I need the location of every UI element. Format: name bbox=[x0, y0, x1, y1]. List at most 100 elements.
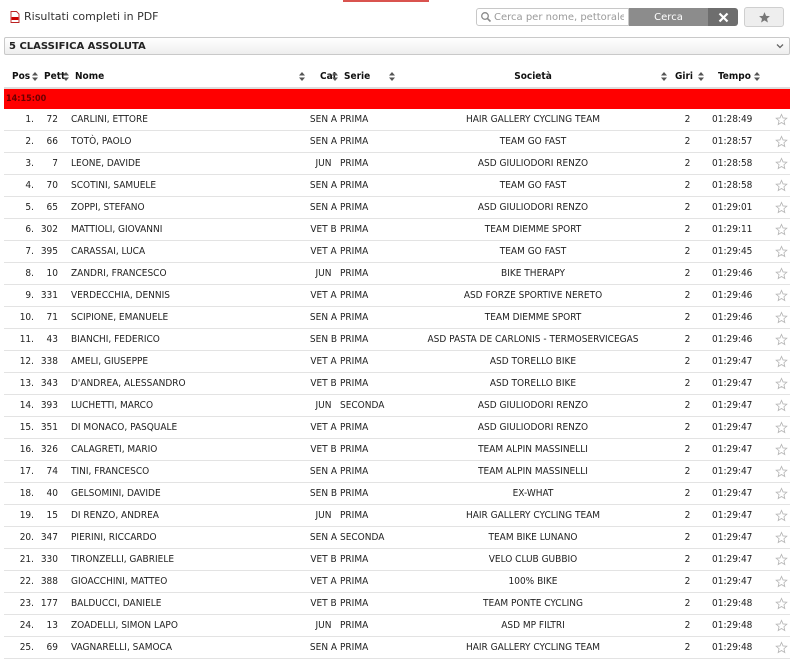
cell-nome[interactable]: LEONE, DAVIDE bbox=[71, 152, 307, 175]
table-row[interactable]: 1. 72 CARLINI, ETTORE SEN A PRIMA HAIR G… bbox=[4, 109, 790, 131]
cell-favorite[interactable] bbox=[772, 262, 790, 285]
cell-nome[interactable]: GELSOMINI, DAVIDE bbox=[71, 482, 307, 505]
cell-nome[interactable]: VAGNARELLI, SAMOCA bbox=[71, 636, 307, 659]
star-outline-icon[interactable] bbox=[774, 443, 788, 456]
header-tempo[interactable]: Tempo bbox=[706, 66, 772, 89]
cell-nome[interactable]: TIRONZELLI, GABRIELE bbox=[71, 548, 307, 571]
cell-favorite[interactable] bbox=[772, 526, 790, 549]
header-serie[interactable]: Serie bbox=[340, 66, 397, 89]
table-row[interactable]: 23. 177 BALDUCCI, DANIELE VET B PRIMA TE… bbox=[4, 592, 790, 615]
header-cat[interactable]: Cat bbox=[307, 66, 340, 89]
cell-nome[interactable]: ZOADELLI, SIMON LAPO bbox=[71, 614, 307, 637]
table-row[interactable]: 21. 330 TIRONZELLI, GABRIELE VET B PRIMA… bbox=[4, 548, 790, 571]
cell-nome[interactable]: LUCHETTI, MARCO bbox=[71, 394, 307, 417]
star-outline-icon[interactable] bbox=[774, 641, 788, 654]
table-row[interactable]: 12. 338 AMELI, GIUSEPPE VET A PRIMA ASD … bbox=[4, 350, 790, 373]
cell-nome[interactable]: AMELI, GIUSEPPE bbox=[71, 350, 307, 373]
star-outline-icon[interactable] bbox=[774, 487, 788, 500]
star-outline-icon[interactable] bbox=[774, 333, 788, 346]
table-row[interactable]: 19. 15 DI RENZO, ANDREA JUN PRIMA HAIR G… bbox=[4, 504, 790, 527]
header-nome[interactable]: Nome bbox=[71, 66, 307, 89]
cell-favorite[interactable] bbox=[772, 284, 790, 307]
cell-favorite[interactable] bbox=[772, 460, 790, 483]
pdf-results-link[interactable]: Risultati completi in PDF bbox=[10, 10, 159, 23]
header-giri[interactable]: Giri bbox=[669, 66, 706, 89]
classifica-select[interactable]: 5 CLASSIFICA ASSOLUTA bbox=[4, 37, 790, 55]
star-outline-icon[interactable] bbox=[774, 465, 788, 478]
cell-favorite[interactable] bbox=[772, 152, 790, 175]
cell-nome[interactable]: BIANCHI, FEDERICO bbox=[71, 328, 307, 351]
cell-favorite[interactable] bbox=[772, 130, 790, 153]
cell-favorite[interactable] bbox=[772, 196, 790, 219]
cell-favorite[interactable] bbox=[772, 438, 790, 461]
cell-nome[interactable]: ZANDRI, FRANCESCO bbox=[71, 262, 307, 285]
cell-favorite[interactable] bbox=[772, 306, 790, 329]
cell-favorite[interactable] bbox=[772, 218, 790, 241]
cell-favorite[interactable] bbox=[772, 394, 790, 417]
table-row[interactable]: 18. 40 GELSOMINI, DAVIDE SEN B PRIMA EX-… bbox=[4, 482, 790, 505]
star-outline-icon[interactable] bbox=[774, 245, 788, 258]
cell-favorite[interactable] bbox=[772, 592, 790, 615]
cell-nome[interactable]: CARLINI, ETTORE bbox=[71, 109, 307, 131]
star-outline-icon[interactable] bbox=[774, 619, 788, 632]
cell-nome[interactable]: TOTÒ, PAOLO bbox=[71, 130, 307, 153]
star-outline-icon[interactable] bbox=[774, 531, 788, 544]
cell-nome[interactable]: TINI, FRANCESCO bbox=[71, 460, 307, 483]
table-row[interactable]: 4. 70 SCOTINI, SAMUELE SEN A PRIMA TEAM … bbox=[4, 174, 790, 197]
cell-nome[interactable]: MATTIOLI, GIOVANNI bbox=[71, 218, 307, 241]
header-pett[interactable]: Pett bbox=[40, 66, 71, 89]
cell-favorite[interactable] bbox=[772, 174, 790, 197]
cell-nome[interactable]: BALDUCCI, DANIELE bbox=[71, 592, 307, 615]
cell-favorite[interactable] bbox=[772, 636, 790, 659]
star-outline-icon[interactable] bbox=[774, 289, 788, 302]
cell-nome[interactable]: VERDECCHIA, DENNIS bbox=[71, 284, 307, 307]
table-row[interactable]: 16. 326 CALAGRETI, MARIO VET B PRIMA TEA… bbox=[4, 438, 790, 461]
clear-search-button[interactable] bbox=[708, 8, 738, 26]
table-row[interactable]: 24. 13 ZOADELLI, SIMON LAPO JUN PRIMA AS… bbox=[4, 614, 790, 637]
star-outline-icon[interactable] bbox=[774, 201, 788, 214]
star-outline-icon[interactable] bbox=[774, 223, 788, 236]
cell-nome[interactable]: ZOPPI, STEFANO bbox=[71, 196, 307, 219]
table-row[interactable]: 11. 43 BIANCHI, FEDERICO SEN B PRIMA ASD… bbox=[4, 328, 790, 351]
cell-favorite[interactable] bbox=[772, 570, 790, 593]
cell-nome[interactable]: DI RENZO, ANDREA bbox=[71, 504, 307, 527]
table-row[interactable]: 3. 7 LEONE, DAVIDE JUN PRIMA ASD GIULIOD… bbox=[4, 152, 790, 175]
scrollbar-area[interactable] bbox=[796, 57, 812, 663]
table-row[interactable]: 20. 347 PIERINI, RICCARDO SEN A SECONDA … bbox=[4, 526, 790, 549]
star-outline-icon[interactable] bbox=[774, 575, 788, 588]
cell-favorite[interactable] bbox=[772, 350, 790, 373]
cell-nome[interactable]: SCOTINI, SAMUELE bbox=[71, 174, 307, 197]
cell-favorite[interactable] bbox=[772, 416, 790, 439]
table-row[interactable]: 6. 302 MATTIOLI, GIOVANNI VET B PRIMA TE… bbox=[4, 218, 790, 241]
favorites-button[interactable] bbox=[744, 7, 784, 27]
star-outline-icon[interactable] bbox=[774, 135, 788, 148]
cell-nome[interactable]: SCIPIONE, EMANUELE bbox=[71, 306, 307, 329]
table-row[interactable]: 14. 393 LUCHETTI, MARCO JUN SECONDA ASD … bbox=[4, 394, 790, 417]
star-outline-icon[interactable] bbox=[774, 355, 788, 368]
star-outline-icon[interactable] bbox=[774, 377, 788, 390]
cell-nome[interactable]: CARASSAI, LUCA bbox=[71, 240, 307, 263]
cell-nome[interactable]: PIERINI, RICCARDO bbox=[71, 526, 307, 549]
table-row[interactable]: 25. 69 VAGNARELLI, SAMOCA SEN A PRIMA HA… bbox=[4, 636, 790, 659]
cell-favorite[interactable] bbox=[772, 504, 790, 527]
cell-favorite[interactable] bbox=[772, 328, 790, 351]
table-row[interactable]: 7. 395 CARASSAI, LUCA VET A PRIMA TEAM G… bbox=[4, 240, 790, 263]
header-societa[interactable]: Società bbox=[397, 66, 669, 89]
table-row[interactable]: 2. 66 TOTÒ, PAOLO SEN A PRIMA TEAM GO FA… bbox=[4, 130, 790, 153]
cell-favorite[interactable] bbox=[772, 614, 790, 637]
table-row[interactable]: 8. 10 ZANDRI, FRANCESCO JUN PRIMA BIKE T… bbox=[4, 262, 790, 285]
star-outline-icon[interactable] bbox=[774, 399, 788, 412]
table-row[interactable]: 9. 331 VERDECCHIA, DENNIS VET A PRIMA AS… bbox=[4, 284, 790, 307]
star-outline-icon[interactable] bbox=[774, 597, 788, 610]
cell-favorite[interactable] bbox=[772, 482, 790, 505]
cell-favorite[interactable] bbox=[772, 109, 790, 131]
table-row[interactable]: 5. 65 ZOPPI, STEFANO SEN A PRIMA ASD GIU… bbox=[4, 196, 790, 219]
cell-nome[interactable]: D'ANDREA, ALESSANDRO bbox=[71, 372, 307, 395]
cell-nome[interactable]: CALAGRETI, MARIO bbox=[71, 438, 307, 461]
cell-favorite[interactable] bbox=[772, 240, 790, 263]
cell-nome[interactable]: GIOACCHINI, MATTEO bbox=[71, 570, 307, 593]
table-row[interactable]: 17. 74 TINI, FRANCESCO SEN A PRIMA TEAM … bbox=[4, 460, 790, 483]
table-row[interactable]: 13. 343 D'ANDREA, ALESSANDRO VET B PRIMA… bbox=[4, 372, 790, 395]
table-row[interactable]: 15. 351 DI MONACO, PASQUALE VET A PRIMA … bbox=[4, 416, 790, 439]
search-input[interactable] bbox=[494, 11, 624, 23]
